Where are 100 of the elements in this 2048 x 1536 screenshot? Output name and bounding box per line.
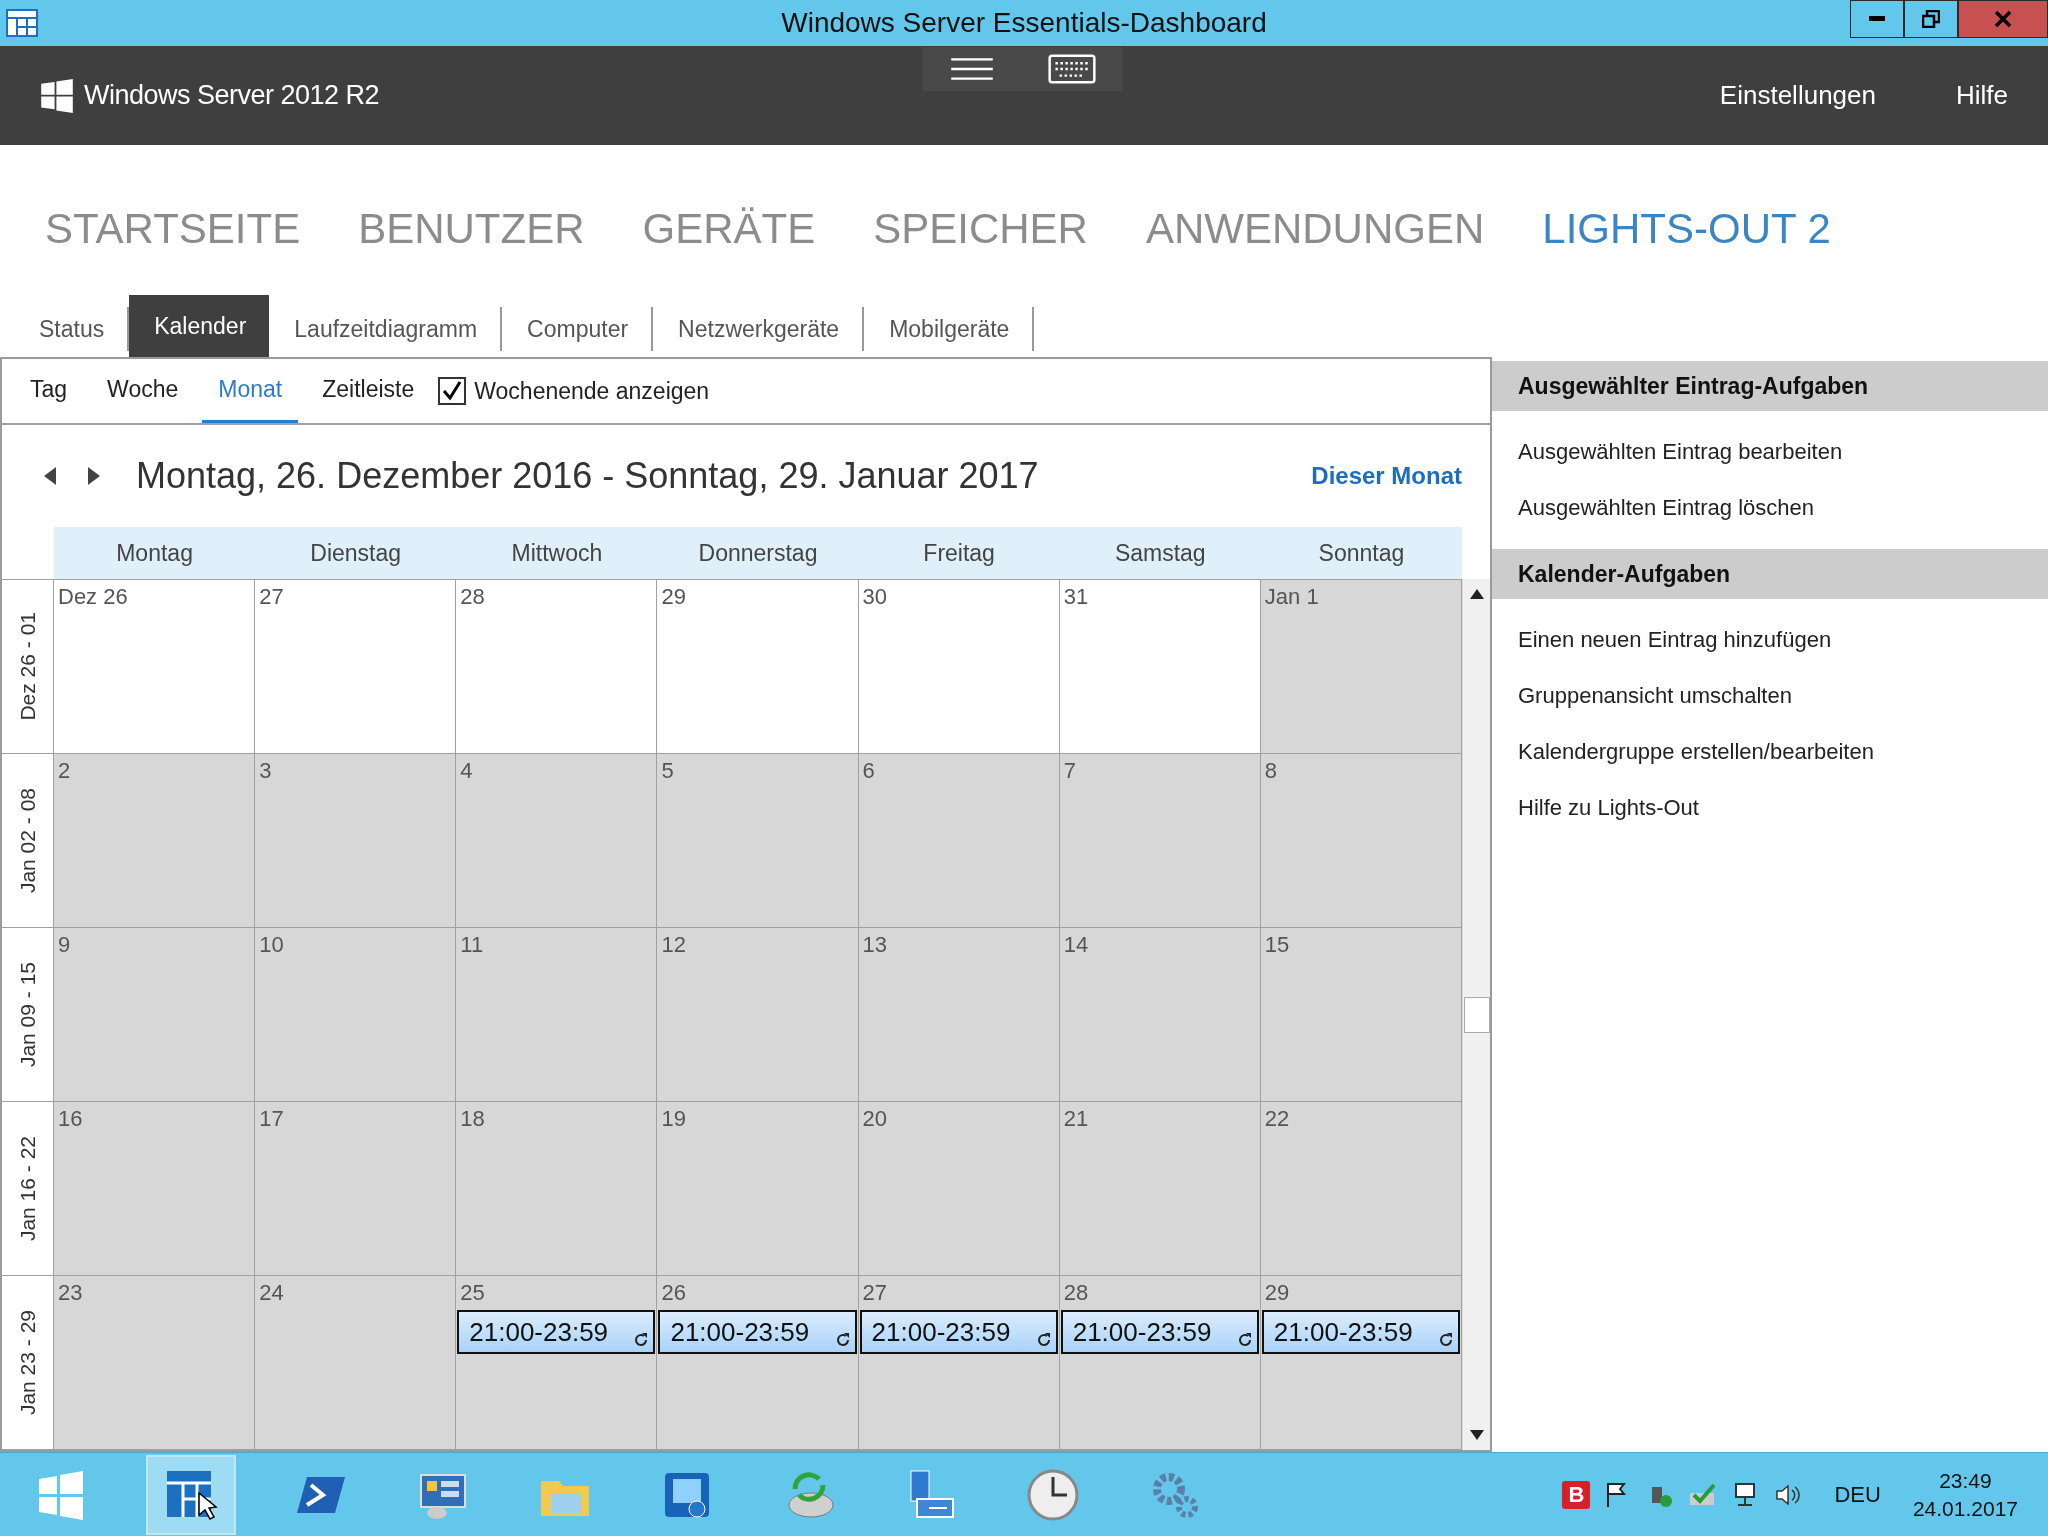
language-indicator[interactable]: DEU (1834, 1481, 1881, 1508)
day-number: 10 (258, 932, 285, 958)
sub-tab[interactable]: Mobilgeräte (864, 307, 1035, 351)
day-cell[interactable]: 19 (657, 1102, 859, 1275)
day-number: 7 (1062, 758, 1077, 784)
calendar-event[interactable]: 21:00-23:59 (457, 1310, 656, 1354)
weekday-header: Mittwoch (456, 527, 658, 579)
weekday-header: Donnerstag (657, 527, 859, 579)
keyboard-icon[interactable] (1048, 54, 1096, 84)
window-title: Windows Server Essentials-Dashboard (781, 7, 1267, 39)
this-month-link[interactable]: Dieser Monat (1311, 462, 1462, 490)
day-cell[interactable]: 21 (1059, 1102, 1261, 1275)
day-cell[interactable]: 2 (54, 754, 256, 927)
clock-date[interactable]: 24.01.2017 (1912, 1496, 2018, 1521)
week-label: Dez 26 - 01 (15, 612, 40, 721)
day-number: 20 (861, 1106, 889, 1132)
day-number: 15 (1263, 932, 1291, 958)
day-number: 8 (1263, 758, 1279, 784)
day-number: 3 (258, 758, 273, 784)
scrollbar[interactable] (1462, 579, 1490, 1450)
view-tab[interactable]: Tag (14, 359, 84, 423)
header-link[interactable]: Hilfe (1956, 80, 2008, 111)
day-cell[interactable]: 16 (54, 1102, 256, 1275)
close-button[interactable] (1958, 0, 2048, 38)
taskbar-button[interactable] (146, 1454, 236, 1535)
section-title: Ausgewählter Eintrag-Aufgaben (1518, 372, 1869, 400)
calendar-event[interactable]: 21:00-23:59 (1261, 1310, 1460, 1354)
header-link[interactable]: Einstellungen (1719, 80, 1876, 111)
day-cell[interactable]: 26 21:00-23:59 (657, 1276, 859, 1449)
restore-button[interactable] (1904, 0, 1958, 38)
day-cell[interactable]: 27 21:00-23:59 (858, 1276, 1060, 1449)
scroll-up-icon (1469, 589, 1484, 599)
day-cell[interactable]: 14 (1059, 928, 1261, 1101)
weekday-header: Montag (54, 527, 256, 579)
day-number: 13 (861, 932, 889, 958)
view-tab[interactable]: Woche (91, 359, 195, 423)
sub-tab[interactable]: Kalender (129, 295, 270, 357)
view-tab[interactable]: Monat (202, 359, 299, 423)
day-cell[interactable]: 23 (54, 1276, 256, 1449)
day-number: 19 (660, 1106, 687, 1132)
checkbox-label: Wochenende anzeigen (474, 377, 710, 405)
day-cell[interactable]: 29 21:00-23:59 (1260, 1276, 1462, 1449)
nav-tab[interactable]: LIGHTS-OUT 2 (1542, 205, 1831, 265)
tray-badge[interactable]: B (1562, 1480, 1591, 1509)
view-tab[interactable]: Zeitleiste (306, 359, 431, 423)
sub-tab[interactable]: Computer (502, 307, 654, 351)
task-link[interactable]: Hilfe zu Lights-Out (1518, 795, 2048, 821)
scroll-thumb[interactable] (1463, 996, 1490, 1033)
calendar-event[interactable]: 21:00-23:59 (1060, 1310, 1259, 1354)
calendar-event[interactable]: 21:00-23:59 (859, 1310, 1058, 1354)
day-number: 21 (1062, 1106, 1090, 1132)
day-cell[interactable]: 18 (456, 1102, 658, 1275)
sub-tab[interactable]: Netzwerkgeräte (653, 307, 865, 351)
day-cell[interactable]: Jan 1 (1260, 580, 1462, 753)
day-cell[interactable]: 3 (255, 754, 457, 927)
day-number: 30 (861, 584, 889, 610)
day-cell[interactable]: 20 (858, 1102, 1060, 1275)
day-cell[interactable]: 6 (858, 754, 1060, 927)
day-cell[interactable]: 5 (657, 754, 859, 927)
day-cell[interactable]: 15 (1260, 928, 1462, 1101)
day-cell[interactable]: 10 (255, 928, 457, 1101)
day-cell[interactable]: 28 21:00-23:59 (1059, 1276, 1261, 1449)
day-number: 27 (861, 1280, 889, 1306)
task-link[interactable]: Ausgewählten Eintrag bearbeiten (1518, 439, 2048, 465)
recurrence-icon (834, 1332, 851, 1348)
next-icon (88, 467, 100, 485)
day-cell[interactable]: 7 (1059, 754, 1261, 927)
minimize-button[interactable] (1850, 0, 1904, 38)
day-number: 6 (861, 758, 876, 784)
previous-icon (44, 467, 56, 485)
day-cell[interactable]: 4 (456, 754, 658, 927)
menu-icon[interactable] (950, 57, 994, 81)
day-cell[interactable]: 25 21:00-23:59 (456, 1276, 658, 1449)
recurrence-icon (633, 1332, 650, 1348)
task-link[interactable]: Kalendergruppe erstellen/bearbeiten (1518, 739, 2048, 765)
clock-time[interactable]: 23:49 (1939, 1468, 1992, 1493)
task-link[interactable]: Ausgewählten Eintrag löschen (1518, 495, 2048, 521)
calendar-event[interactable]: 21:00-23:59 (658, 1310, 857, 1354)
day-cell[interactable]: 13 (858, 928, 1060, 1101)
recurrence-icon (1236, 1332, 1253, 1348)
day-cell[interactable]: 11 (456, 928, 658, 1101)
day-number: 28 (1062, 1280, 1090, 1306)
day-number: 29 (1263, 1280, 1291, 1306)
day-number: 22 (1263, 1106, 1291, 1132)
task-link[interactable]: Gruppenansicht umschalten (1518, 683, 2048, 709)
day-number: 16 (57, 1106, 84, 1132)
day-cell[interactable]: 12 (657, 928, 859, 1101)
day-cell[interactable]: 22 (1260, 1102, 1462, 1275)
day-cell[interactable]: 8 (1260, 754, 1462, 927)
day-cell[interactable]: 24 (255, 1276, 457, 1449)
day-number: 2 (57, 758, 72, 784)
day-number: 24 (258, 1280, 285, 1306)
week-label: Jan 09 - 15 (15, 961, 40, 1068)
day-number: 25 (459, 1280, 486, 1306)
day-cell[interactable]: 17 (255, 1102, 457, 1275)
day-cell[interactable]: 9 (54, 928, 256, 1101)
sub-tab[interactable]: Laufzeitdiagramm (269, 307, 503, 351)
dashboard-icon (6, 9, 38, 37)
weekend-checkbox[interactable] (438, 377, 467, 405)
task-link[interactable]: Einen neuen Eintrag hinzufügen (1518, 627, 2048, 653)
